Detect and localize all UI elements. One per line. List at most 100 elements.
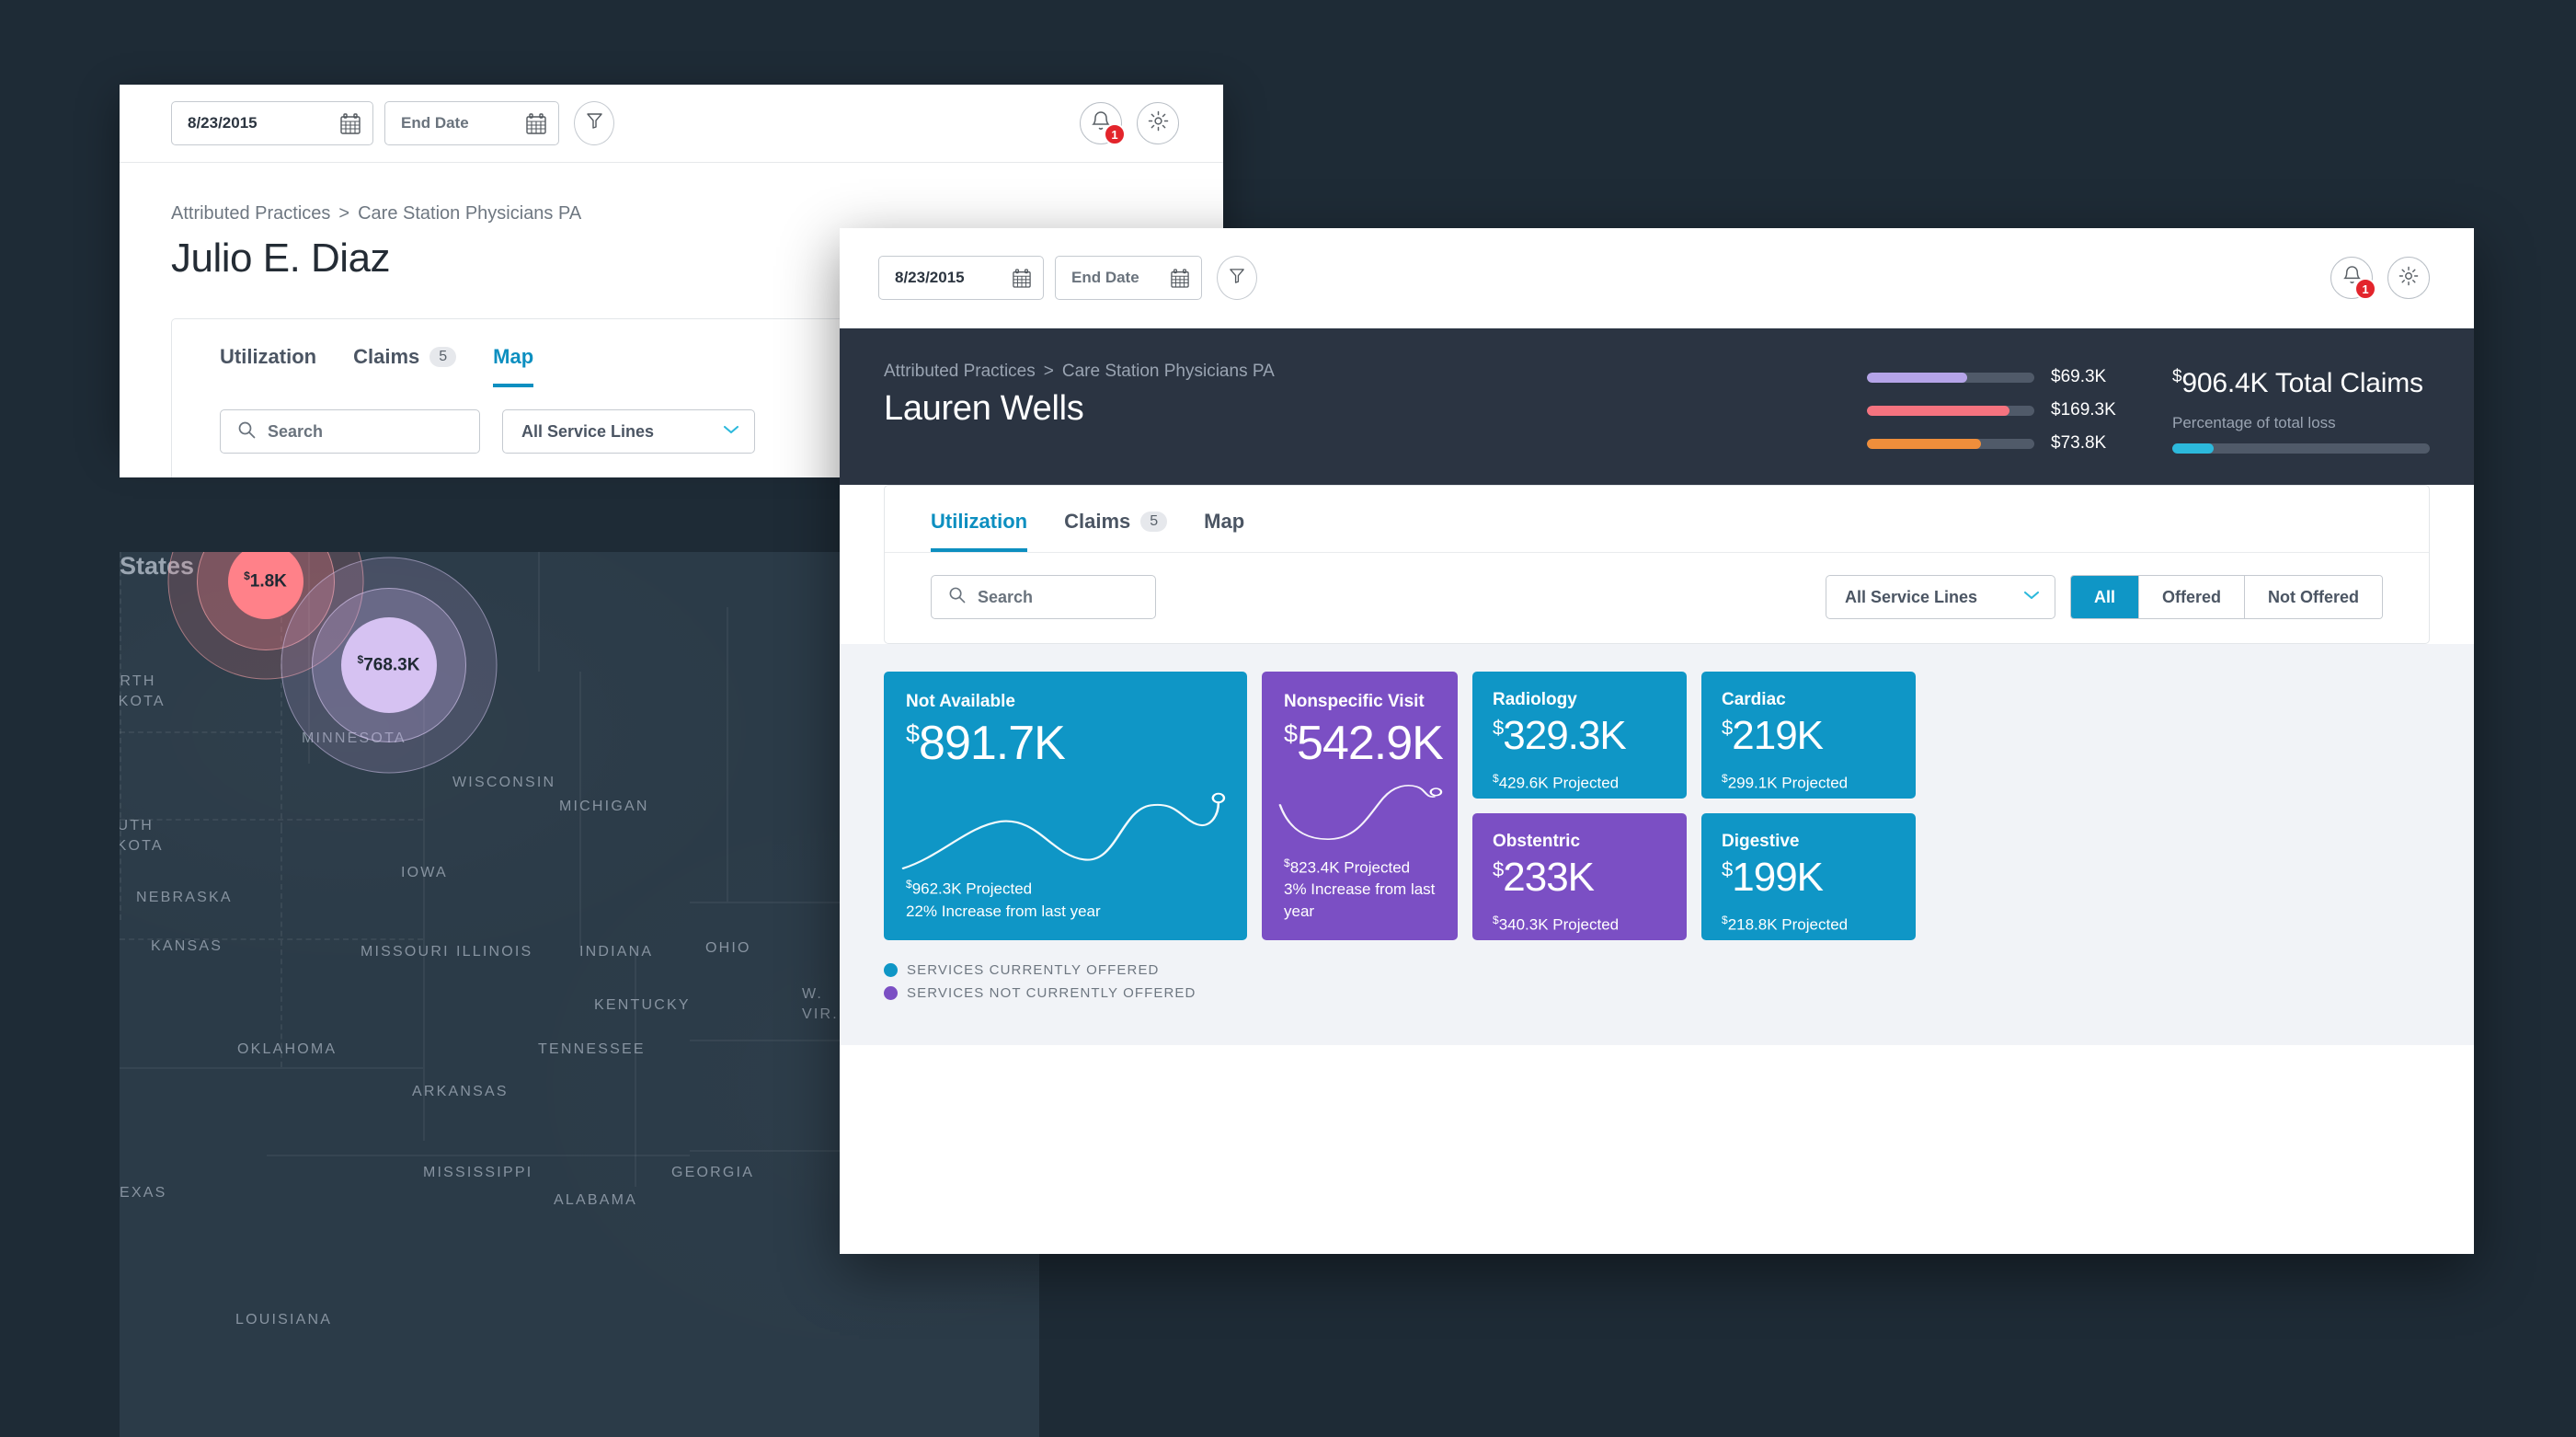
map-state-label: WISCONSIN [452, 775, 556, 790]
card-digestive[interactable]: Digestive $199K $218.8K Projected 1% Inc… [1701, 813, 1916, 940]
gear-icon [1148, 110, 1169, 136]
settings-button[interactable] [1137, 102, 1179, 144]
currency-symbol: $ [1493, 857, 1504, 881]
map-border [538, 552, 540, 672]
page-title: Lauren Wells [884, 389, 1084, 428]
breadcrumb-parent[interactable]: Attributed Practices [884, 362, 1036, 381]
tab-map[interactable]: Map [493, 345, 534, 387]
card-footer: $299.1K Projected 2% Increase [1722, 771, 1895, 799]
metric-bar-track [1867, 372, 2034, 383]
tab-claims[interactable]: Claims 5 [1064, 510, 1168, 552]
bubble-value: $768.3K [357, 653, 420, 675]
search-input[interactable]: Search [220, 409, 480, 454]
card-not-available[interactable]: Not Available $891.7K $962.3K Projected … [884, 672, 1247, 940]
card-sparkline [1277, 767, 1443, 856]
card-sparkline [899, 767, 1232, 877]
metric-bar-value: $69.3K [2051, 367, 2107, 386]
notifications-button[interactable]: 1 [1080, 102, 1126, 145]
start-date-value: 8/23/2015 [895, 269, 965, 286]
map-state-label: ILLINOIS [456, 944, 533, 960]
card-footer: $429.6K Projected 8% Increase [1493, 771, 1666, 799]
tab-utilization[interactable]: Utilization [931, 510, 1028, 552]
filter-button[interactable] [574, 101, 614, 145]
map-state-label: SOUTH DAKOTA [120, 818, 164, 854]
metric-bar-row: $169.3K [1867, 400, 2123, 420]
card-footer: $823.4K Projected 3% Increase from last … [1284, 856, 1436, 940]
map-state-label: W. VIR. [802, 986, 839, 1022]
card-projected: $218.8K Projected [1722, 914, 1849, 934]
card-change: 1% Increase [1722, 936, 1895, 940]
card-footer: $218.8K Projected 1% Increase [1722, 913, 1895, 940]
metric-bar-value: $73.8K [2051, 433, 2107, 453]
breadcrumb: Attributed Practices > Care Station Physic… [171, 203, 1223, 224]
currency-symbol: $ [2172, 367, 2182, 386]
map-state-label: KENTUCKY [594, 997, 691, 1013]
window-lauren-wells[interactable]: 8/23/2015 End Date 1 Attributed Practice… [840, 228, 2474, 1254]
filter-controls: All Service Lines All Offered Not Offere… [1825, 575, 2383, 619]
card-amount: 233K [1503, 855, 1595, 900]
window1-topbar: 8/23/2015 End Date 1 [120, 85, 1223, 163]
card-nonspecific-visit[interactable]: Nonspecific Visit $542.9K $823.4K Projec… [1262, 672, 1458, 940]
card-amount: 199K [1732, 855, 1824, 900]
notifications-button[interactable]: 1 [2330, 257, 2376, 300]
end-date-field[interactable]: End Date [384, 101, 559, 145]
toggle-offered[interactable]: Offered [2138, 576, 2245, 618]
start-date-field[interactable]: 8/23/2015 [171, 101, 373, 145]
service-line-value: All Service Lines [521, 421, 655, 441]
metric-bar-value: $169.3K [2051, 400, 2116, 420]
chart-legend: SERVICES CURRENTLY OFFERED SERVICES NOT … [884, 962, 2430, 1001]
tab-map[interactable]: Map [1204, 510, 1244, 552]
metric-bar-fill [1867, 438, 1981, 449]
end-date-field[interactable]: End Date [1055, 256, 1202, 300]
card-column-4: Cardiac $219K $299.1K Projected 2% Incre… [1701, 672, 1916, 940]
map-bubble[interactable]: $768.3K [280, 557, 497, 773]
window2-topbar-actions: 1 [2330, 257, 2430, 300]
breadcrumb-parent[interactable]: Attributed Practices [171, 203, 330, 224]
map-state-label: MISSISSIPPI [423, 1165, 533, 1180]
map-state-label: NORTH DAKOTA [120, 673, 166, 709]
map-state-label: MISSOURI [361, 944, 450, 960]
tab-utilization[interactable]: Utilization [220, 345, 316, 387]
metric-bar-fill [1867, 372, 1968, 383]
map-state-label: INDIANA [579, 944, 654, 960]
tab-claims[interactable]: Claims 5 [353, 345, 457, 387]
total-loss-label: Percentage of total loss [2172, 414, 2336, 431]
legend-color-swatch [884, 963, 898, 977]
settings-button[interactable] [2387, 257, 2430, 299]
card-amount: 891.7K [919, 717, 1066, 770]
service-line-select[interactable]: All Service Lines [502, 409, 755, 454]
breadcrumb-current[interactable]: Care Station Physicians PA [1062, 362, 1275, 381]
card-cardiac[interactable]: Cardiac $219K $299.1K Projected 2% Incre… [1701, 672, 1916, 799]
total-claims-value: 906.4K [2181, 368, 2269, 398]
notification-badge: 1 [1104, 123, 1126, 145]
currency-symbol: $ [1722, 716, 1733, 740]
card-obstentric[interactable]: Obstentric $233K $340.3K Projected 12% I… [1472, 813, 1687, 940]
service-line-select[interactable]: All Service Lines [1825, 575, 2055, 619]
map-border [727, 607, 728, 902]
card-projected: $962.3K Projected [906, 878, 1033, 899]
service-line-card-grid: Not Available $891.7K $962.3K Projected … [884, 672, 2430, 940]
map-state-label: TEXAS [120, 1185, 167, 1201]
filter-button[interactable] [1217, 256, 1257, 300]
service-line-value: All Service Lines [1844, 587, 1978, 606]
legend-label: SERVICES CURRENTLY OFFERED [907, 962, 1160, 978]
card-change: 2% Increase [1722, 794, 1895, 799]
map-state-label: OHIO [705, 940, 751, 956]
tab-label: Claims [1064, 510, 1131, 533]
chevron-down-icon [2023, 589, 2040, 605]
calendar-icon [1013, 268, 1031, 288]
card-radiology[interactable]: Radiology $329.3K $429.6K Projected 8% I… [1472, 672, 1687, 799]
window2-topbar: 8/23/2015 End Date 1 [840, 228, 2474, 328]
total-loss-track [2172, 443, 2430, 454]
breadcrumb-separator: > [338, 203, 350, 224]
start-date-field[interactable]: 8/23/2015 [878, 256, 1044, 300]
legend-item-offered: SERVICES CURRENTLY OFFERED [884, 962, 2430, 978]
search-input[interactable]: Search [931, 575, 1156, 619]
card-footer: $962.3K Projected 22% Increase from last… [906, 877, 1225, 940]
currency-symbol: $ [1493, 716, 1504, 740]
map-border [280, 828, 282, 1067]
toggle-all[interactable]: All [2070, 576, 2139, 618]
metric-bar-row: $69.3K [1867, 367, 2123, 387]
toggle-not-offered[interactable]: Not Offered [2245, 576, 2382, 618]
breadcrumb-current[interactable]: Care Station Physicians PA [358, 203, 581, 224]
